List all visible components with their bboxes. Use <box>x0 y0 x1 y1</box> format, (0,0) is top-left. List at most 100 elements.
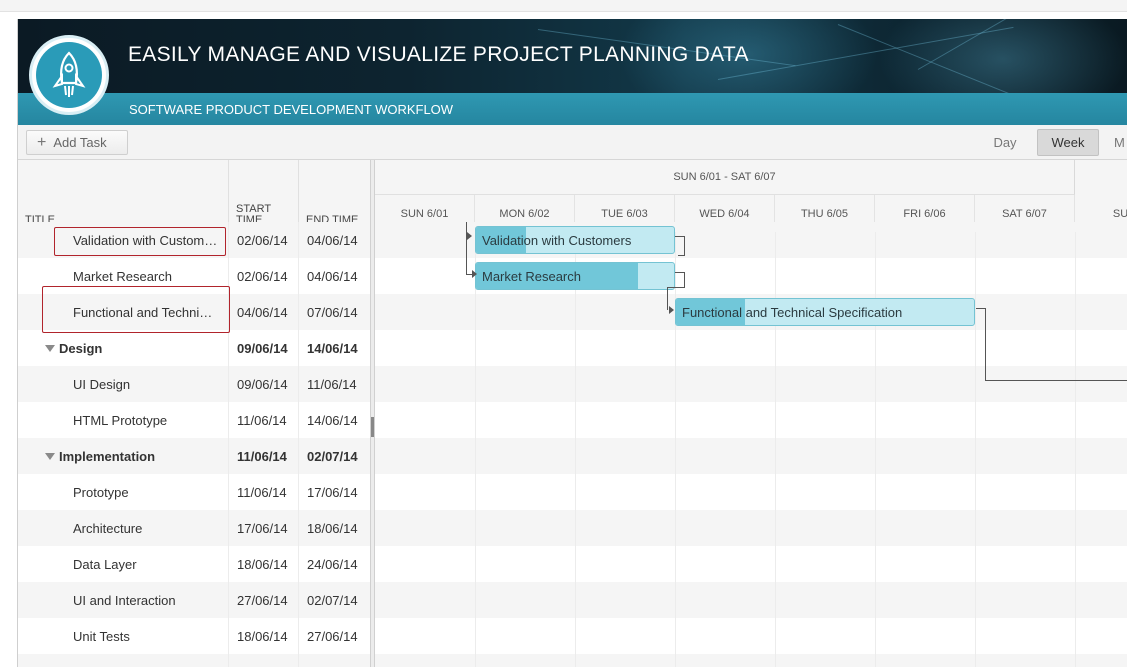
task-end-cell[interactable]: 04/06/14 <box>299 258 370 294</box>
task-start-cell[interactable]: 17/06/14 <box>229 510 299 546</box>
task-end-cell[interactable]: 11/06/14 <box>299 366 370 402</box>
task-end-cell[interactable]: 18/06/14 <box>299 510 370 546</box>
task-title-cell[interactable]: Implementation <box>18 438 229 474</box>
task-bar-label: Market Research <box>482 268 581 284</box>
timeline-row <box>375 330 1127 366</box>
task-bar[interactable]: Market Research <box>475 262 675 290</box>
week-header: SUN 6/01 - SAT 6/07 <box>375 160 1075 195</box>
table-row[interactable]: Architecture 17/06/14 18/06/14 <box>18 510 370 546</box>
task-end-cell[interactable]: 24/06/14 <box>299 546 370 582</box>
task-start-cell[interactable]: 04/06/14 <box>229 294 299 330</box>
task-title-cell[interactable]: UI and Interaction <box>18 582 229 618</box>
timeline-row <box>375 654 1127 667</box>
table-row[interactable]: Data Layer 18/06/14 24/06/14 <box>18 546 370 582</box>
table-row[interactable]: Implementation 11/06/14 02/07/14 <box>18 438 370 474</box>
page-title: EASILY MANAGE AND VISUALIZE PROJECT PLAN… <box>128 43 749 66</box>
timeline-pane: SUN 6/01 - SAT 6/07 SUN 6/01 MON 6/02 TUE … <box>375 160 1127 667</box>
task-end-cell[interactable]: 14/06/14 <box>299 402 370 438</box>
plus-icon: + <box>37 133 47 151</box>
splitter-handle[interactable] <box>371 417 374 437</box>
timeline-row <box>375 438 1127 474</box>
task-title-cell[interactable]: HTML Prototype <box>18 402 229 438</box>
task-title: Functional and Techni… <box>73 304 213 320</box>
day-gridline <box>475 232 476 667</box>
task-start-cell[interactable]: 11/06/14 <box>229 402 299 438</box>
task-title: Validation with Custom… <box>73 232 218 248</box>
browser-top-strip <box>0 0 1127 12</box>
task-end-cell[interactable]: 07/06/14 <box>299 294 370 330</box>
toolbar: + Add Task Day Week M <box>18 125 1127 160</box>
view-month-button[interactable]: M <box>1114 129 1127 156</box>
task-title-cell[interactable]: Data Layer <box>18 546 229 582</box>
task-end-cell[interactable]: 27/06/14 <box>299 618 370 654</box>
view-day-button[interactable]: Day <box>978 129 1032 156</box>
timeline-row <box>375 510 1127 546</box>
task-title: Prototype <box>73 484 129 500</box>
task-title: UI and Interaction <box>73 592 176 608</box>
timeline-row <box>375 618 1127 654</box>
task-title-cell[interactable]: Design <box>18 330 229 366</box>
task-title-cell[interactable]: Market Research <box>18 258 229 294</box>
task-title: Market Research <box>73 268 172 284</box>
task-start-cell[interactable]: 27/06/14 <box>229 582 299 618</box>
task-start-cell[interactable]: 02/06/14 <box>229 222 299 258</box>
task-start-cell[interactable]: 18/06/14 <box>229 618 299 654</box>
table-row[interactable]: Design 09/06/14 14/06/14 <box>18 330 370 366</box>
timeline-body: Validation with Customers Market Research… <box>375 222 1127 667</box>
task-title-cell[interactable]: Unit Tests <box>18 618 229 654</box>
app-logo <box>29 35 109 115</box>
task-start-cell[interactable]: 11/06/14 <box>229 438 299 474</box>
task-title: HTML Prototype <box>73 412 168 428</box>
task-title: Architecture <box>73 520 143 536</box>
dependency-arrow-icon <box>669 306 674 314</box>
table-row[interactable]: HTML Prototype 11/06/14 14/06/14 <box>18 402 370 438</box>
table-row[interactable]: Testing02/06/1405/07/14 <box>18 654 370 667</box>
timeline-row <box>375 402 1127 438</box>
dependency-line <box>684 272 685 288</box>
task-grid: TITLE START TIME END TIME Validation wit… <box>18 160 370 667</box>
task-start-cell[interactable]: 02/06/14 <box>229 654 299 667</box>
task-title-cell[interactable]: Testing <box>18 654 229 667</box>
task-end-cell[interactable]: 17/06/14 <box>299 474 370 510</box>
dependency-line <box>678 255 685 256</box>
table-row[interactable]: Market Research 02/06/14 04/06/14 <box>18 258 370 294</box>
table-row[interactable]: UI Design 09/06/14 11/06/14 <box>18 366 370 402</box>
task-start-cell[interactable]: 02/06/14 <box>229 258 299 294</box>
dependency-line <box>667 287 685 288</box>
table-row[interactable]: Prototype 11/06/14 17/06/14 <box>18 474 370 510</box>
task-end-cell[interactable]: 14/06/14 <box>299 330 370 366</box>
table-row[interactable]: Functional and Techni… 04/06/14 07/06/14 <box>18 294 370 330</box>
task-bar[interactable]: Validation with Customers <box>475 226 675 254</box>
task-title: UI Design <box>73 376 131 392</box>
collapse-triangle-icon[interactable] <box>45 452 55 460</box>
task-start-cell[interactable]: 18/06/14 <box>229 546 299 582</box>
table-row[interactable]: Validation with Custom… 02/06/14 04/06/14 <box>18 222 370 258</box>
dependency-arrow-icon <box>472 270 477 278</box>
timeline-row <box>375 474 1127 510</box>
task-bar[interactable]: Functional and Technical Specification <box>675 298 975 326</box>
dependency-line <box>985 308 986 380</box>
dependency-line <box>667 287 668 310</box>
task-end-cell[interactable]: 05/07/14 <box>299 654 370 667</box>
view-week-button[interactable]: Week <box>1037 129 1099 156</box>
table-row[interactable]: Unit Tests 18/06/14 27/06/14 <box>18 618 370 654</box>
dependency-line <box>985 380 1127 381</box>
task-end-cell[interactable]: 02/07/14 <box>299 438 370 474</box>
task-start-cell[interactable]: 09/06/14 <box>229 366 299 402</box>
task-start-cell[interactable]: 09/06/14 <box>229 330 299 366</box>
task-end-cell[interactable]: 02/07/14 <box>299 582 370 618</box>
task-start-cell[interactable]: 11/06/14 <box>229 474 299 510</box>
table-row[interactable]: UI and Interaction 27/06/14 02/07/14 <box>18 582 370 618</box>
task-title-cell[interactable]: Validation with Custom… <box>18 222 229 258</box>
gantt-app: EASILY MANAGE AND VISUALIZE PROJECT PLAN… <box>17 19 1127 667</box>
task-title-cell[interactable]: Prototype <box>18 474 229 510</box>
day-gridline <box>975 232 976 667</box>
task-title-cell[interactable]: Architecture <box>18 510 229 546</box>
day-gridline <box>1075 232 1076 667</box>
task-end-cell[interactable]: 04/06/14 <box>299 222 370 258</box>
task-title-cell[interactable]: UI Design <box>18 366 229 402</box>
task-title-cell[interactable]: Functional and Techni… <box>18 294 229 330</box>
collapse-triangle-icon[interactable] <box>45 344 55 352</box>
add-task-button[interactable]: + Add Task <box>26 130 128 155</box>
add-task-label: Add Task <box>53 135 107 150</box>
